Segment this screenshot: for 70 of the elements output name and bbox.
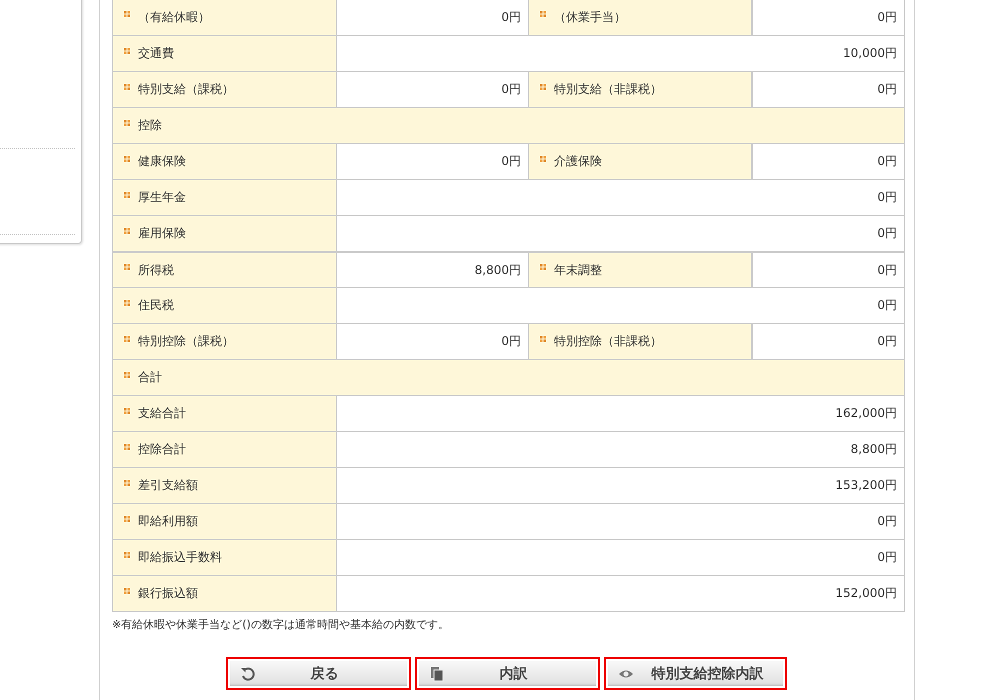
undo-icon: [240, 666, 256, 682]
amount: 0円: [877, 153, 897, 170]
bullet-icon: [540, 84, 546, 90]
bullet-icon: [124, 372, 130, 378]
row-label: 交通費: [138, 45, 174, 62]
row-label: （有給休暇）: [138, 8, 210, 26]
bullet-icon: [124, 408, 130, 414]
bullet-icon: [124, 552, 130, 558]
amount: 0円: [501, 333, 521, 350]
copy-button[interactable]: 内訳: [415, 657, 600, 690]
row-label: 銀行振込額: [138, 585, 198, 602]
section-label: 控除: [138, 117, 162, 134]
row-label: 雇用保険: [138, 225, 186, 242]
bullet-icon: [540, 11, 546, 17]
row-label: 年末調整: [554, 262, 602, 278]
bullet-icon: [124, 11, 130, 17]
section-label: 合計: [138, 369, 162, 386]
amount: 0円: [877, 297, 897, 314]
row-label: 所得税: [138, 262, 174, 278]
row-label: 即給振込手数料: [138, 549, 222, 566]
amount: 153,200円: [835, 477, 897, 494]
row-label: 即給利用額: [138, 513, 198, 530]
bullet-icon: [540, 264, 546, 270]
bullet-icon: [124, 156, 130, 162]
bullet-icon: [124, 336, 130, 342]
amount: 0円: [877, 225, 897, 242]
amount: 0円: [877, 189, 897, 206]
row-label: 特別支給（課税）: [138, 81, 234, 98]
bullet-icon: [540, 156, 546, 162]
amount: 0円: [501, 153, 521, 170]
row-label: （休業手当）: [554, 8, 626, 26]
row-label: 特別控除（非課税）: [554, 333, 662, 350]
amount: 0円: [877, 333, 897, 350]
amount: 8,800円: [474, 262, 521, 278]
row-label: 特別支給（非課税）: [554, 81, 662, 98]
bullet-icon: [124, 192, 130, 198]
bullet-icon: [124, 120, 130, 126]
amount: 0円: [501, 8, 521, 26]
row-label: 控除合計: [138, 441, 186, 458]
bullet-icon: [124, 588, 130, 594]
amount: 0円: [877, 513, 897, 530]
back-button[interactable]: 戻る: [226, 657, 411, 690]
amount: 0円: [877, 81, 897, 98]
row-label: 介護保険: [554, 153, 602, 170]
bullet-icon: [124, 48, 130, 54]
amount: 0円: [877, 549, 897, 566]
copy-icon: [429, 666, 445, 682]
footnote: ※有給休暇や休業手当など()の数字は通常時間や基本給の内数です。: [112, 617, 450, 632]
bullet-icon: [124, 228, 130, 234]
bullet-icon: [124, 264, 130, 270]
row-label: 差引支給額: [138, 477, 198, 494]
bullet-icon: [540, 336, 546, 342]
bullet-icon: [124, 480, 130, 486]
amount: 0円: [501, 81, 521, 98]
amount: 0円: [877, 262, 897, 278]
row-label: 厚生年金: [138, 189, 186, 206]
bullet-icon: [124, 444, 130, 450]
bullet-icon: [124, 300, 130, 306]
row-label: 支給合計: [138, 405, 186, 422]
amount: 8,800円: [850, 441, 897, 458]
amount: 0円: [877, 8, 897, 26]
row-label: 住民税: [138, 297, 174, 314]
amount: 152,000円: [835, 585, 897, 602]
amount: 162,000円: [835, 405, 897, 422]
view-button[interactable]: 特別支給控除内訳: [604, 657, 787, 690]
bullet-icon: [124, 516, 130, 522]
row-label: 特別控除（課税）: [138, 333, 234, 350]
amount: 10,000円: [843, 45, 897, 62]
row-label: 健康保険: [138, 153, 186, 170]
bullet-icon: [124, 84, 130, 90]
